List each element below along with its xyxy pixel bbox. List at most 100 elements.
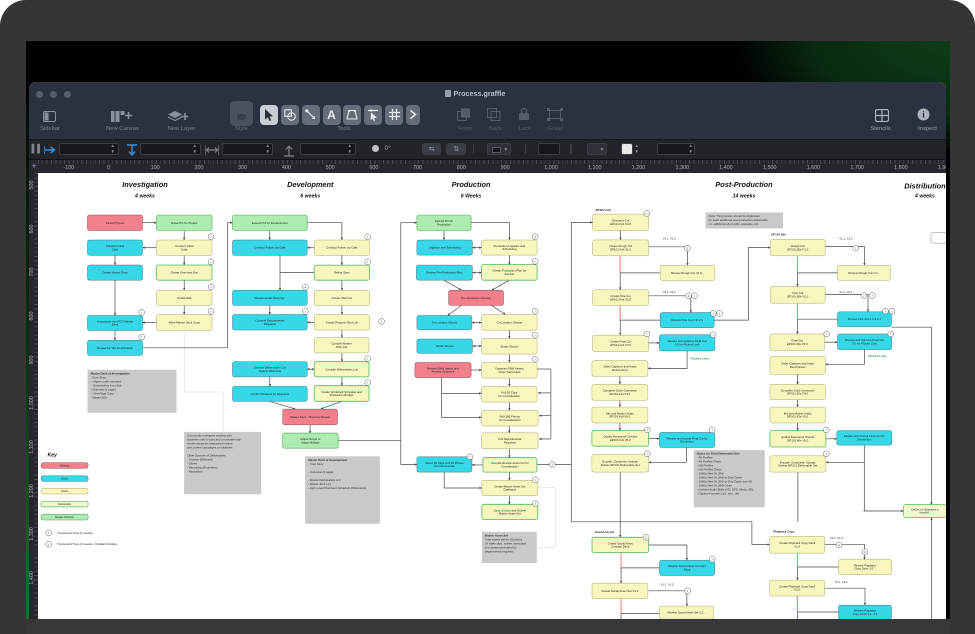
svg-text:EP101 Full V1.0: EP101 Full V1.0 [610,248,631,252]
svg-text:Review Rough Cut V1.0...: Review Rough Cut V1.0... [671,271,704,275]
svg-text:Turnaround Time (in weeks) - P: Turnaround Time (in weeks) - Parallel Ac… [57,542,117,546]
svg-text:Deliver EP101 Deliverable Set: Deliver EP101 Deliverable Set [600,463,639,467]
svg-text:Logistics and Scheduling: Logistics and Scheduling [428,246,460,250]
svg-text:2: 2 [533,235,536,239]
svg-text:EP101 60s V1.0: EP101 60s V1.0 [787,247,808,251]
svg-text:EP101 Full V5.0: EP101 Full V5.0 [609,415,630,419]
svg-text:2: 2 [862,294,865,298]
svg-text:EP101 Full V2.0: EP101 Full V2.0 [610,297,631,301]
svg-text:Picture Lock: Picture Lock [690,357,708,361]
svg-text:Create Social Asset Set V1.0: Create Social Asset Set V1.0 [601,589,638,593]
svg-text:EP101 60s V5.0: EP101 60s V5.0 [787,415,808,419]
svg-text:EP101 Full V3.0: EP101 Full V3.0 [610,343,631,347]
svg-text:from Review Set: from Review Set [433,464,454,468]
svg-text:Studio Shoots: Studio Shoots [435,344,453,348]
svg-text:2: 2 [686,294,689,298]
svg-text:4 weeks: 4 weeks [914,193,935,199]
svg-text:Production: Production [451,180,490,189]
svg-text:Requests: Requests [263,322,276,326]
svg-text:Calls: Calls [111,247,118,251]
svg-text:Distribution: Distribution [679,440,694,444]
svg-text:Departmental Planning*: Departmental Planning* [254,296,285,300]
svg-text:Kickoff Project: Kickoff Project [105,221,124,225]
svg-text:Create Master Deck: Create Master Deck [102,271,128,275]
svg-text:V1.1, V1.2...: V1.1, V1.2... [660,583,676,587]
svg-text:- High Level Workback Schedule: - High Level Workback Schedule (Mileston… [308,486,366,490]
svg-text:Social Assets: Social Assets [594,530,614,534]
svg-text:t: t [210,260,211,264]
svg-text:t: t [825,452,826,456]
svg-text:Deliver EP101 Deliverable Set: Deliver EP101 Deliverable Set [778,464,817,468]
svg-text:Key: Key [47,452,58,458]
svg-text:Catalogue: Catalogue [503,488,517,492]
svg-text:Conduct Follow Up Calls: Conduct Follow Up Calls [254,246,286,250]
svg-text:EP101 60s V6.0: EP101 60s V6.0 [787,438,808,442]
svg-text:EP101 Full V0.0: EP101 Full V0.0 [610,222,631,226]
svg-text:Adjust Budget: Adjust Budget [301,440,319,444]
svg-text:3.0 for Picture Lock: 3.0 for Picture Lock [674,342,699,346]
svg-text:V1.1, V1.2...: V1.1, V1.2... [829,536,845,540]
svg-text:On-Location Shoots: On-Location Shoots [431,321,457,325]
svg-text:Create Overview Doc: Create Overview Doc [170,271,198,275]
svg-text:Picture Lock: Picture Lock [868,354,886,358]
svg-text:t: t [534,333,535,337]
svg-text:Descriptions: Descriptions [611,368,627,372]
svg-text:3.0 for Picture Lock: 3.0 for Picture Lock [852,341,877,345]
svg-text:V1.1, V1.2...: V1.1, V1.2... [662,236,678,240]
svg-text:6 weeks: 6 weeks [300,193,320,199]
svg-text:4 weeks: 4 weeks [134,193,155,199]
svg-text:Review: Review [504,272,514,276]
svg-text:V2.0: V2.0 [794,588,800,592]
svg-text:Refine Spec: Refine Spec [334,271,350,275]
svg-text:Playback Copy: Playback Copy [773,529,795,533]
svg-text:Review Fine Cut 2.0, 2.1: Review Fine Cut 2.0, 2.1 [671,318,703,322]
svg-text:Meeting: Meeting [60,463,70,467]
svg-text:t: t [534,357,535,361]
svg-text:V1.0: V1.0 [794,544,800,548]
svg-text:Master Deck : Planning Review: Master Deck : Planning Review [290,415,331,419]
svg-text:t: t [825,428,826,432]
svg-text:2: 2 [837,543,840,547]
svg-text:V2.1, V2.2: V2.1, V2.2 [662,290,675,294]
svg-text:Pre-Production Review: Pre-Production Review [461,296,491,300]
svg-text:Concept Deck: Concept Deck [611,545,630,549]
svg-text:V2.1, V2.2: V2.1, V2.2 [834,580,847,584]
svg-text:Descriptions: Descriptions [789,365,805,369]
svg-text:Shot List: Shot List [336,345,347,349]
svg-text:Investigation: Investigation [122,180,168,189]
svg-text:t: t [210,235,211,239]
svg-text:6 Weeks: 6 Weeks [460,193,481,199]
svg-text:Extend PO for Development: Extend PO for Development [251,221,287,225]
svg-text:- Overview (1 page): - Overview (1 page) [308,470,333,474]
svg-text:t: t [646,428,647,432]
svg-text:Consideration: Consideration [501,465,519,469]
svg-text:Conduct Follow Up Calls: Conduct Follow Up Calls [326,246,358,250]
svg-text:On-Location Shoots: On-Location Shoots [496,320,522,324]
svg-text:2: 2 [533,502,536,506]
svg-text:for Consideration: for Consideration [498,418,520,422]
svg-text:- Mayas Edit: - Mayas Edit [90,395,106,399]
svg-text:EP101 Full V6.0: EP101 Full V6.0 [609,438,630,442]
svg-text:2: 2 [644,535,647,539]
svg-text:Create Edit: Create Edit [177,296,192,300]
svg-text:Review Social Asset Set 1.0...: Review Social Asset Set 1.0... [667,611,705,615]
svg-text:2: 2 [863,550,866,554]
svg-text:- Caption Formats (.srt, .itml: - Caption Formats (.srt, .itml, .vtt) [696,492,738,496]
svg-text:V1.1, V1.2...: V1.1, V1.2... [839,236,855,240]
svg-text:2: 2 [550,463,553,467]
svg-text:t: t [381,320,382,324]
svg-text:Production Budget: Production Budget [329,393,353,397]
svg-text:Review Rough Cut 1.0...: Review Rough Cut 1.0... [848,271,879,275]
svg-text:EP101 60s V3.0: EP101 60s V3.0 [786,342,807,346]
svg-text:14 weeks: 14 weeks [732,193,755,199]
svg-text:Create Request Shot List: Create Request Shot List [325,320,357,324]
svg-text:Order Transcripts: Order Transcripts [498,370,521,374]
svg-text:Copy Deck 2.1, 2.2: Copy Deck 2.1, 2.2 [852,612,877,616]
svg-text:departmental requests: departmental requests [484,549,513,553]
svg-text:Action: Action [61,477,69,481]
svg-text:EP101 Full V4.0: EP101 Full V4.0 [609,392,630,396]
svg-text:EP101 60s V2.0: EP101 60s V2.0 [787,295,808,299]
svg-text:Against Requests: Against Requests [258,369,281,373]
svg-text:Distribution: Distribution [857,438,872,442]
svg-text:Provide Guidance: Provide Guidance [431,370,454,374]
